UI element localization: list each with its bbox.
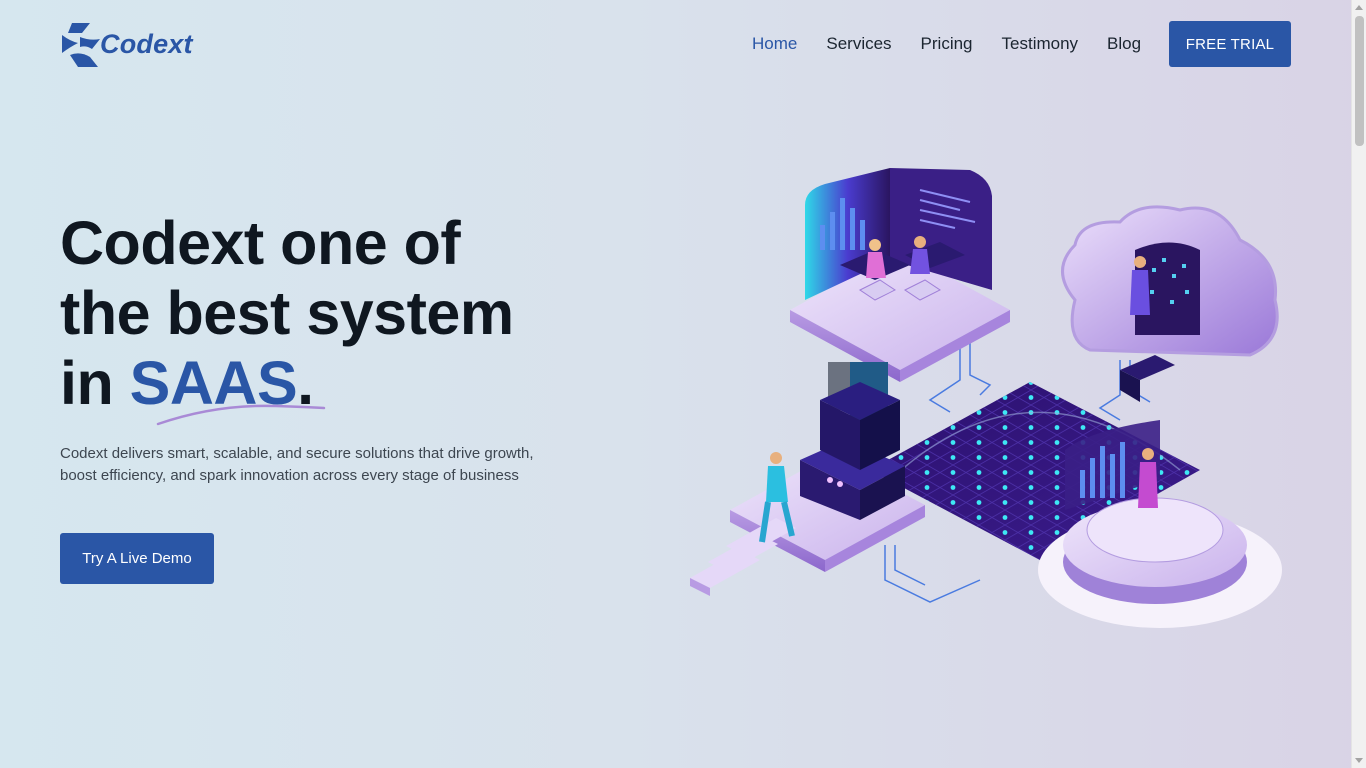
main-nav: Home Services Pricing Testimony Blog [752, 21, 1170, 67]
nav-blog[interactable]: Blog [1107, 34, 1141, 54]
nav-testimony[interactable]: Testimony [1002, 34, 1079, 54]
hero-title-prefix: in [60, 349, 130, 417]
scroll-up-icon[interactable] [1355, 5, 1363, 10]
scroll-down-icon[interactable] [1355, 758, 1363, 763]
page-scrollbar[interactable] [1351, 0, 1366, 768]
logo-icon [62, 23, 100, 67]
hero-title: Codext one of the best system in SAAS. [60, 208, 580, 418]
page: Codext Home Services Pricing Testimony B… [0, 0, 1351, 768]
hero-description: Codext delivers smart, scalable, and sec… [60, 445, 534, 484]
isometric-saas-illustration [690, 168, 1282, 628]
live-demo-button[interactable]: Try A Live Demo [60, 533, 214, 584]
logo[interactable]: Codext [60, 21, 193, 67]
nav-pricing[interactable]: Pricing [921, 34, 973, 54]
logo-text: Codext [100, 28, 193, 59]
accent-underline-icon [156, 404, 326, 426]
hero-title-line1: Codext one of [60, 209, 461, 277]
nav-home[interactable]: Home [752, 34, 797, 54]
free-trial-button[interactable]: FREE TRIAL [1169, 21, 1291, 67]
scroll-thumb[interactable] [1355, 16, 1364, 146]
nav-services[interactable]: Services [826, 34, 891, 54]
hero-title-line2: the best system [60, 279, 514, 347]
